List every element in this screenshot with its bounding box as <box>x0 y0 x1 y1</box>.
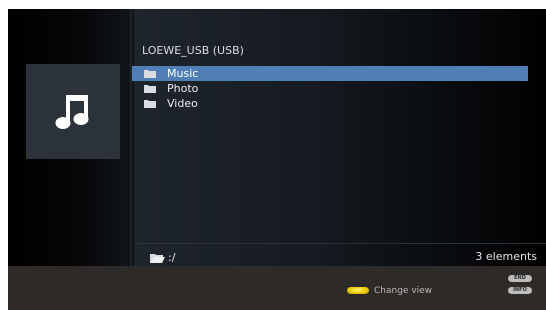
yellow-key-icon <box>347 287 369 294</box>
change-view-label: Change view <box>374 286 433 296</box>
list-item-label: Photo <box>167 82 199 95</box>
preview-panel <box>8 9 132 266</box>
music-note-icon <box>55 94 89 129</box>
preview-thumbnail <box>26 64 120 159</box>
device-title: LOEWE_USB (USB) <box>142 44 244 57</box>
tv-screen: LOEWE_USB (USB) Music Photo Video :/ 3 e… <box>8 9 546 310</box>
end-button[interactable]: END <box>508 275 532 282</box>
info-button[interactable]: INFO <box>508 287 532 294</box>
list-item-video[interactable]: Video <box>132 96 528 111</box>
list-item-label: Video <box>167 97 198 110</box>
folder-open-icon <box>150 254 165 263</box>
folder-icon <box>144 85 156 93</box>
folder-list: Music Photo Video <box>132 66 528 111</box>
list-item-photo[interactable]: Photo <box>132 81 528 96</box>
list-item-label: Music <box>167 67 199 80</box>
status-divider <box>136 243 546 244</box>
folder-icon <box>144 100 156 108</box>
path-text: :/ <box>168 251 176 264</box>
list-item-music[interactable]: Music <box>132 66 528 81</box>
element-count: 3 elements <box>475 250 537 263</box>
folder-icon <box>144 70 156 78</box>
footer-bar <box>8 266 546 310</box>
